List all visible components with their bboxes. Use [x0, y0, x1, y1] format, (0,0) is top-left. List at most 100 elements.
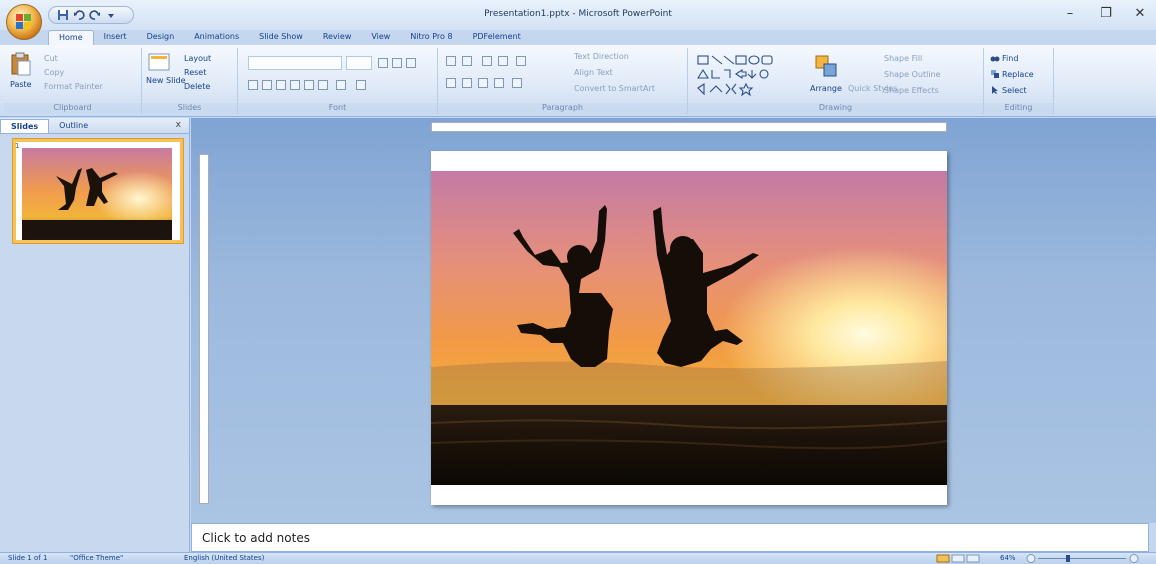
shrink-font-icon[interactable]: [392, 58, 402, 68]
view-buttons-icon[interactable]: [936, 554, 986, 563]
pane-tabs: Slides Outline: [0, 118, 189, 134]
horizontal-ruler: [431, 122, 947, 132]
format-painter-button[interactable]: Format Painter: [44, 82, 103, 91]
notes-pane[interactable]: Click to add notes: [191, 523, 1149, 552]
arrange-button[interactable]: Arrange: [810, 84, 842, 93]
italic-icon[interactable]: [262, 80, 272, 90]
binoculars-icon: [990, 56, 1000, 62]
tab-design[interactable]: Design: [137, 30, 185, 45]
font-name-dropdown[interactable]: [248, 56, 342, 70]
grow-font-icon[interactable]: [378, 58, 388, 68]
close-button[interactable]: ✕: [1130, 6, 1150, 21]
clear-formatting-icon[interactable]: [406, 58, 416, 68]
drawing-group-label: Drawing: [688, 103, 983, 114]
new-slide-button[interactable]: New Slide: [146, 76, 186, 85]
justify-icon[interactable]: [494, 78, 504, 88]
select-cursor-icon: [992, 86, 998, 94]
tab-review[interactable]: Review: [313, 30, 362, 45]
copy-button[interactable]: Copy: [44, 68, 64, 77]
align-right-icon[interactable]: [478, 78, 488, 88]
minimize-button[interactable]: –: [1060, 6, 1080, 21]
tab-insert[interactable]: Insert: [94, 30, 137, 45]
clipboard-group: Paste Cut Copy Format Painter Clipboard: [4, 48, 142, 114]
zoom-slider[interactable]: [1026, 554, 1146, 563]
align-text-button[interactable]: Align Text: [574, 68, 613, 77]
find-button[interactable]: Find: [1002, 54, 1018, 63]
increase-indent-icon[interactable]: [498, 56, 508, 66]
bold-icon[interactable]: [248, 80, 258, 90]
ribbon: Paste Cut Copy Format Painter Clipboard …: [0, 45, 1156, 117]
tab-home[interactable]: Home: [48, 30, 94, 45]
arrange-icon[interactable]: [814, 54, 840, 80]
title-bar: Presentation1.pptx - Microsoft PowerPoin…: [0, 0, 1156, 30]
tab-view[interactable]: View: [361, 30, 400, 45]
clipboard-group-label: Clipboard: [4, 103, 141, 114]
drawing-group: Arrange Quick Styles Shape Fill Shape Ou…: [688, 48, 984, 114]
shadow-icon[interactable]: [304, 80, 314, 90]
language-status[interactable]: English (United States): [184, 554, 264, 562]
slide-counter: Slide 1 of 1: [8, 554, 48, 562]
reset-button[interactable]: Reset: [184, 68, 206, 77]
zoom-level[interactable]: 64%: [1000, 554, 1016, 562]
align-left-icon[interactable]: [446, 78, 456, 88]
tab-animations[interactable]: Animations: [184, 30, 249, 45]
tab-slide-show[interactable]: Slide Show: [249, 30, 313, 45]
slide-editor: [191, 118, 1156, 523]
bullets-icon[interactable]: [446, 56, 456, 66]
delete-button[interactable]: Delete: [184, 82, 210, 91]
slides-group-label: Slides: [142, 103, 237, 114]
convert-smartart-button[interactable]: Convert to SmartArt: [574, 84, 655, 93]
layout-button[interactable]: Layout: [184, 54, 211, 63]
paste-button[interactable]: Paste: [10, 80, 32, 89]
change-case-icon[interactable]: [336, 80, 346, 90]
font-color-icon[interactable]: [356, 80, 366, 90]
status-bar: Slide 1 of 1 "Office Theme" English (Uni…: [0, 552, 1156, 564]
underline-icon[interactable]: [276, 80, 286, 90]
ribbon-tabs: Home Insert Design Animations Slide Show…: [48, 30, 531, 45]
decrease-indent-icon[interactable]: [482, 56, 492, 66]
strikethrough-icon[interactable]: [290, 80, 300, 90]
shape-outline-button[interactable]: Shape Outline: [884, 70, 941, 79]
cut-button[interactable]: Cut: [44, 54, 58, 63]
slide-canvas[interactable]: [431, 151, 947, 505]
tab-outline[interactable]: Outline: [49, 119, 98, 133]
thumbnail-image: [22, 148, 172, 240]
character-spacing-icon[interactable]: [318, 80, 328, 90]
font-size-dropdown[interactable]: [346, 56, 372, 70]
window-title: Presentation1.pptx - Microsoft PowerPoin…: [484, 9, 672, 19]
shape-effects-button[interactable]: Shape Effects: [884, 86, 939, 95]
columns-icon[interactable]: [512, 78, 522, 88]
replace-icon: [991, 70, 999, 78]
slide-thumbnail[interactable]: [12, 138, 184, 244]
slide-photo[interactable]: [431, 171, 947, 485]
shape-fill-button[interactable]: Shape Fill: [884, 54, 922, 63]
tab-pdfelement[interactable]: PDFelement: [463, 30, 531, 45]
notes-placeholder: Click to add notes: [202, 531, 310, 545]
font-group-label: Font: [238, 103, 437, 114]
office-button[interactable]: [6, 4, 42, 40]
shapes-gallery-icon[interactable]: [696, 54, 804, 98]
theme-name: "Office Theme": [70, 554, 124, 562]
select-button[interactable]: Select: [1002, 86, 1027, 95]
line-spacing-icon[interactable]: [516, 56, 526, 66]
paragraph-group: Text Direction Align Text Convert to Sma…: [438, 48, 688, 114]
font-group: Font: [238, 48, 438, 114]
vertical-ruler: [199, 154, 209, 504]
tab-nitro-pro[interactable]: Nitro Pro 8: [400, 30, 462, 45]
slide-number: 1: [15, 142, 20, 150]
align-center-icon[interactable]: [462, 78, 472, 88]
replace-button[interactable]: Replace: [1002, 70, 1034, 79]
editing-group: Find Replace Select Editing: [984, 48, 1054, 114]
close-pane-button[interactable]: x: [176, 120, 181, 130]
editing-group-label: Editing: [984, 103, 1053, 114]
paragraph-group-label: Paragraph: [438, 103, 687, 114]
office-logo-icon: [16, 14, 31, 29]
tab-slides[interactable]: Slides: [0, 119, 50, 133]
new-slide-icon[interactable]: [148, 52, 170, 72]
restore-button[interactable]: ❐: [1096, 6, 1116, 21]
text-direction-button[interactable]: Text Direction: [574, 52, 629, 61]
slides-group: New Slide Layout Reset Delete Slides: [142, 48, 238, 114]
numbering-icon[interactable]: [462, 56, 472, 66]
paste-icon[interactable]: [10, 52, 32, 76]
slides-pane: Slides Outline x 1: [0, 118, 190, 552]
